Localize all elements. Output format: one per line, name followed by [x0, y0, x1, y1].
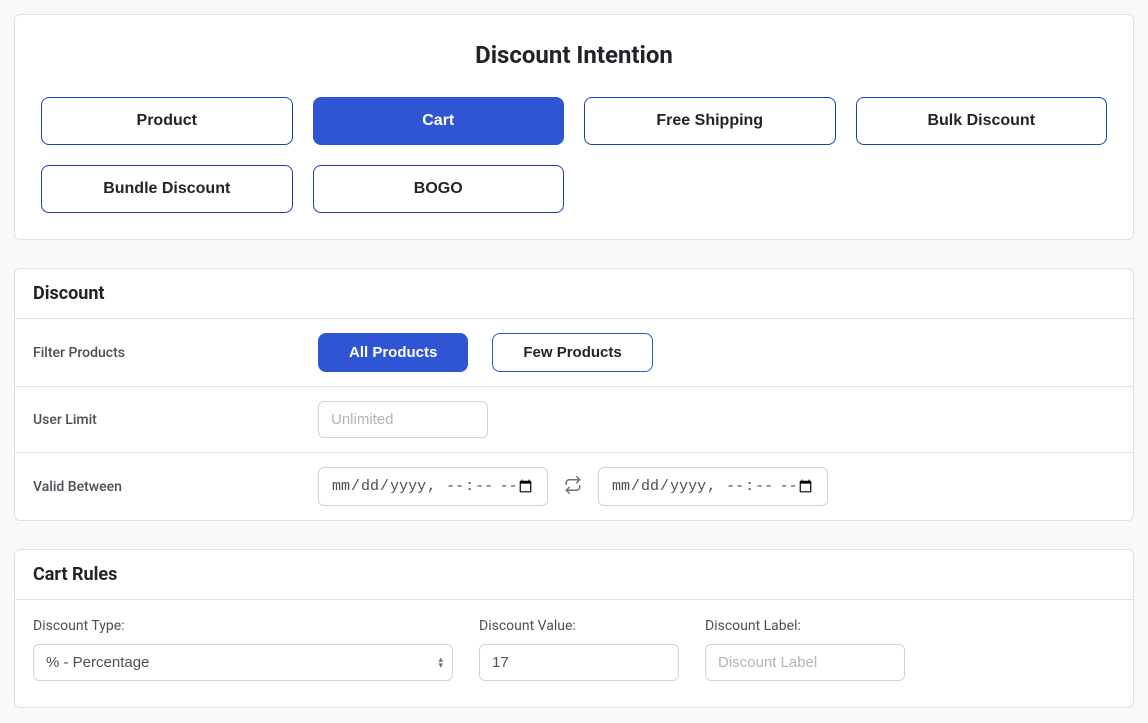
- discount-value-input[interactable]: [479, 644, 679, 681]
- filter-few-products[interactable]: Few Products: [492, 333, 652, 372]
- discount-value-label: Discount Value:: [479, 618, 679, 634]
- discount-value-field: Discount Value:: [479, 618, 679, 681]
- discount-label-field: Discount Label:: [705, 618, 905, 681]
- discount-intention-card: Discount Intention Product Cart Free Shi…: [14, 14, 1134, 240]
- intention-bogo[interactable]: BOGO: [313, 165, 565, 213]
- valid-from-input[interactable]: [318, 467, 548, 506]
- user-limit-label: User Limit: [33, 412, 318, 428]
- valid-to-input[interactable]: [598, 467, 828, 506]
- filter-all-products[interactable]: All Products: [318, 333, 468, 372]
- intention-title: Discount Intention: [41, 41, 1107, 69]
- filter-products-label: Filter Products: [33, 345, 318, 361]
- discount-label-input[interactable]: [705, 644, 905, 681]
- valid-between-label: Valid Between: [33, 479, 318, 495]
- filter-products-row: Filter Products All Products Few Product…: [15, 318, 1133, 386]
- intention-options: Product Cart Free Shipping Bulk Discount…: [41, 97, 1107, 213]
- discount-title: Discount: [15, 269, 1133, 318]
- intention-free-shipping[interactable]: Free Shipping: [584, 97, 836, 145]
- rules-title: Cart Rules: [15, 550, 1133, 599]
- discount-type-label: Discount Type:: [33, 618, 453, 634]
- intention-product[interactable]: Product: [41, 97, 293, 145]
- intention-cart[interactable]: Cart: [313, 97, 565, 145]
- discount-card: Discount Filter Products All Products Fe…: [14, 268, 1134, 521]
- discount-type-field: Discount Type: % - Percentage ▴▾: [33, 618, 453, 681]
- user-limit-input[interactable]: [318, 401, 488, 438]
- intention-bundle-discount[interactable]: Bundle Discount: [41, 165, 293, 213]
- intention-bulk-discount[interactable]: Bulk Discount: [856, 97, 1108, 145]
- valid-between-row: Valid Between: [15, 452, 1133, 520]
- swap-icon: [564, 476, 582, 498]
- discount-label-label: Discount Label:: [705, 618, 905, 634]
- discount-type-select[interactable]: % - Percentage: [33, 644, 453, 681]
- cart-rules-card: Cart Rules Discount Type: % - Percentage…: [14, 549, 1134, 708]
- user-limit-row: User Limit: [15, 386, 1133, 452]
